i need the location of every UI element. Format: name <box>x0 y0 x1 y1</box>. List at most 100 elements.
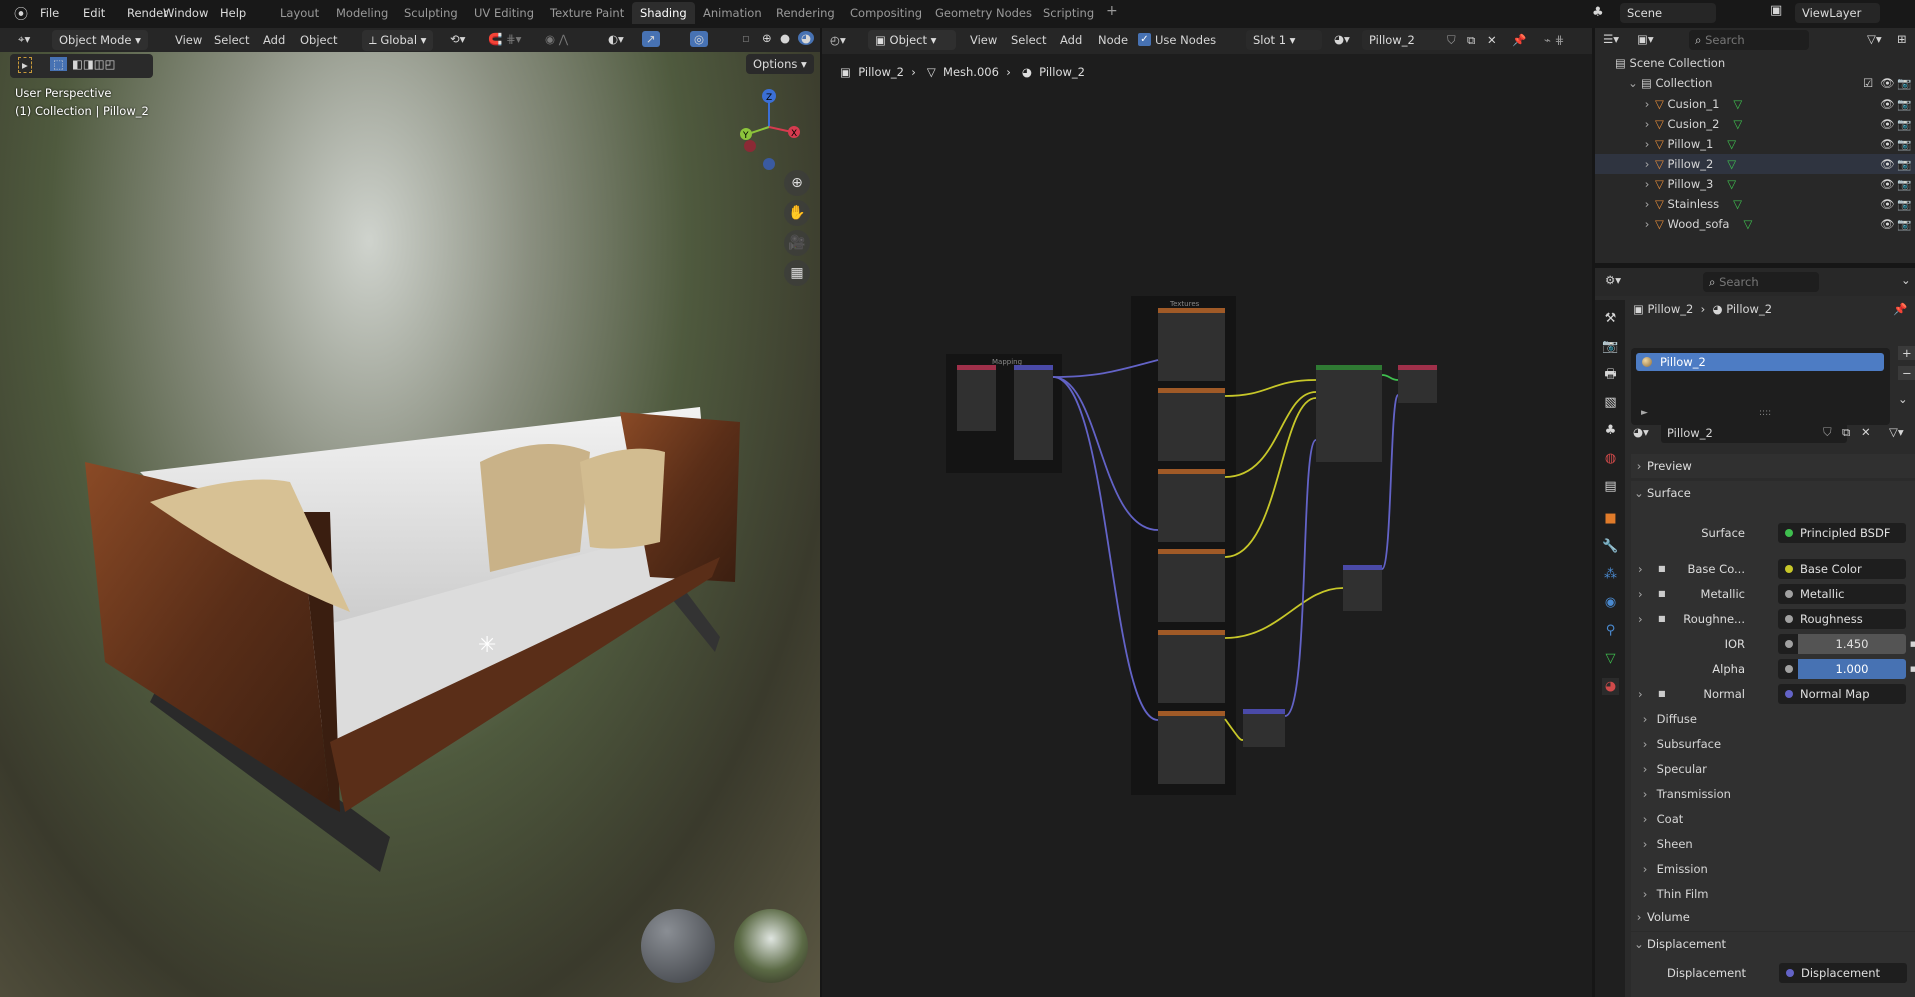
display-mode-icon[interactable]: ▣▾ <box>1637 32 1654 46</box>
eye-icon[interactable]: 👁 <box>1880 214 1895 234</box>
3d-viewport[interactable]: ▸ ⬚ ◧◨◫◰ Options ▾ User Perspective (1) … <box>0 52 820 997</box>
tab-scripting[interactable]: Scripting <box>1043 6 1094 20</box>
view-layer-tab-icon[interactable]: ▧ <box>1602 394 1619 411</box>
shader-node-editor[interactable]: ◴▾ ▣ Object ▾ View Select Add Node ✓ Use… <box>822 28 1592 997</box>
outliner-item[interactable]: › ▽ Pillow_1 ▽ 👁 📷 <box>1595 134 1915 154</box>
scene-tab-icon[interactable]: ♣ <box>1602 422 1619 439</box>
tab-geometry-nodes[interactable]: Geometry Nodes <box>935 6 1032 20</box>
surface-input-field[interactable]: Base Color <box>1778 559 1906 579</box>
eye-icon[interactable]: 👁 <box>1880 114 1895 134</box>
render-tab-icon[interactable]: 📷 <box>1602 338 1619 355</box>
expand-triangle-icon[interactable]: ► <box>1641 408 1648 418</box>
keyframe-dot-icon[interactable]: ■ <box>1658 683 1666 705</box>
modifier-tab-icon[interactable]: 🔧 <box>1602 538 1619 555</box>
outliner-item[interactable]: › ▽ Wood_sofa ▽ 👁 📷 <box>1595 214 1915 234</box>
data-tab-icon[interactable]: ▽ <box>1602 650 1619 667</box>
chevron-right-icon[interactable]: › <box>1639 194 1655 214</box>
panel-displacement-header[interactable]: ⌄ Displacement <box>1631 932 1915 956</box>
scene-icon[interactable]: ♣ <box>1592 5 1604 20</box>
menu-object[interactable]: Object <box>300 33 337 47</box>
chevron-right-icon[interactable]: › <box>1639 114 1655 134</box>
tab-animation[interactable]: Animation <box>703 6 762 20</box>
eye-icon[interactable]: 👁 <box>1880 174 1895 194</box>
tool-tab-icon[interactable]: ⚒ <box>1602 310 1619 327</box>
displacement-link-field[interactable]: Displacement <box>1779 963 1907 983</box>
chevron-right-icon[interactable]: › <box>1639 134 1655 154</box>
tab-shading[interactable]: Shading <box>632 2 695 24</box>
camera-icon[interactable]: 📷 <box>1897 154 1911 174</box>
chevron-right-icon[interactable]: › <box>1638 583 1643 605</box>
eye-icon[interactable]: 👁 <box>1880 94 1895 114</box>
tab-modeling[interactable]: Modeling <box>336 6 388 20</box>
visibility-icon[interactable]: ◐▾ <box>608 32 624 46</box>
eye-icon[interactable]: 👁 <box>1880 154 1895 174</box>
shading-solid-icon[interactable]: ● <box>780 31 790 45</box>
eye-icon[interactable]: 👁 <box>1880 194 1895 214</box>
add-slot-button[interactable]: + <box>1898 346 1915 360</box>
keyframe-dot-icon[interactable]: ■ <box>1910 658 1915 680</box>
subpanel-diffuse[interactable]: › Diffuse <box>1637 708 1697 730</box>
subpanel-thin-film[interactable]: › Thin Film <box>1637 883 1709 905</box>
keyframe-dot-icon[interactable]: ■ <box>1658 608 1666 630</box>
shading-material-icon[interactable]: ◕ <box>798 31 815 45</box>
filter-icon[interactable]: ▽▾ <box>1867 32 1882 46</box>
surface-input-field[interactable]: Normal Map <box>1778 684 1906 704</box>
panel-volume[interactable]: › Volume <box>1631 905 1915 929</box>
outliner-item[interactable]: › ▽ Cusion_1 ▽ 👁 📷 <box>1595 94 1915 114</box>
menu-file[interactable]: File <box>40 6 59 20</box>
world-tab-icon[interactable]: ◍ <box>1602 450 1619 467</box>
subpanel-transmission[interactable]: › Transmission <box>1637 783 1731 805</box>
constraints-tab-icon[interactable]: ⚲ <box>1602 622 1619 639</box>
keyframe-dot-icon[interactable]: ■ <box>1910 633 1915 655</box>
panel-preview[interactable]: › Preview <box>1631 454 1915 478</box>
view-layer-selector[interactable]: ViewLayer <box>1795 3 1880 23</box>
subpanel-emission[interactable]: › Emission <box>1637 858 1708 880</box>
material-tab-icon[interactable]: ◕ <box>1602 678 1619 695</box>
fake-user-icon[interactable]: ⛉ <box>1823 425 1832 440</box>
node-graph[interactable]: Mapping Textures <box>822 28 1592 997</box>
panel-surface-header[interactable]: ⌄ Surface <box>1631 481 1915 505</box>
tab-sculpting[interactable]: Sculpting <box>404 6 458 20</box>
proportional-edit-icon[interactable]: ◉ ⋀ <box>545 32 568 46</box>
tab-uv-editing[interactable]: UV Editing <box>474 6 534 20</box>
outliner-item[interactable]: › ▽ Pillow_2 ▽ 👁 📷 <box>1595 154 1915 174</box>
unlink-material-icon[interactable]: ✕ <box>1861 425 1871 439</box>
chevron-right-icon[interactable]: › <box>1639 94 1655 114</box>
outliner-item[interactable]: › ▽ Cusion_2 ▽ 👁 📷 <box>1595 114 1915 134</box>
mode-dropdown[interactable]: Object Mode ▾ <box>52 30 148 50</box>
subpanel-coat[interactable]: › Coat <box>1637 808 1684 830</box>
camera-icon[interactable]: 📷 <box>1897 194 1911 214</box>
surface-input-field[interactable]: 1.000 <box>1778 659 1906 679</box>
slot-specials-icon[interactable]: ⌄ <box>1898 392 1908 406</box>
subpanel-subsurface[interactable]: › Subsurface <box>1637 733 1721 755</box>
view-layer-icon[interactable]: ▣ <box>1770 3 1782 18</box>
outliner-item[interactable]: › ▽ Pillow_3 ▽ 👁 📷 <box>1595 174 1915 194</box>
overlay-toggle-icon[interactable]: ◎ <box>690 31 709 47</box>
pivot-icon[interactable]: ⟲▾ <box>450 32 465 46</box>
subpanel-specular[interactable]: › Specular <box>1637 758 1707 780</box>
chevron-right-icon[interactable]: › <box>1639 154 1655 174</box>
chevron-down-icon[interactable]: ⌄ <box>1625 73 1641 93</box>
link-mode-icon[interactable]: ▽▾ <box>1889 425 1904 439</box>
resize-handle[interactable]: :::: <box>1759 408 1771 418</box>
blender-logo-icon[interactable]: ⦿ <box>14 4 28 24</box>
chevron-right-icon[interactable]: › <box>1639 174 1655 194</box>
tab-compositing[interactable]: Compositing <box>850 6 922 20</box>
keyframe-dot-icon[interactable]: ■ <box>1658 583 1666 605</box>
physics-tab-icon[interactable]: ◉ <box>1602 594 1619 611</box>
menu-help[interactable]: Help <box>220 6 246 20</box>
chevron-down-icon[interactable]: ⌄ <box>1901 273 1911 287</box>
eye-icon[interactable]: 👁 <box>1880 73 1895 93</box>
remove-slot-button[interactable]: − <box>1898 366 1915 380</box>
exclude-checkbox[interactable]: ☑ <box>1863 73 1873 93</box>
chevron-right-icon[interactable]: › <box>1638 683 1643 705</box>
camera-icon[interactable]: 📷 <box>1897 114 1911 134</box>
particles-tab-icon[interactable]: ⁂ <box>1602 566 1619 583</box>
menu-select[interactable]: Select <box>214 33 249 47</box>
scene-selector[interactable]: Scene <box>1620 3 1716 23</box>
new-collection-icon[interactable]: ⊞ <box>1897 32 1907 46</box>
menu-render[interactable]: Render <box>127 6 168 20</box>
xray-icon[interactable]: ▫ <box>742 31 750 45</box>
material-slot-item[interactable]: Pillow_2 <box>1636 353 1884 371</box>
menu-add[interactable]: Add <box>263 33 285 47</box>
